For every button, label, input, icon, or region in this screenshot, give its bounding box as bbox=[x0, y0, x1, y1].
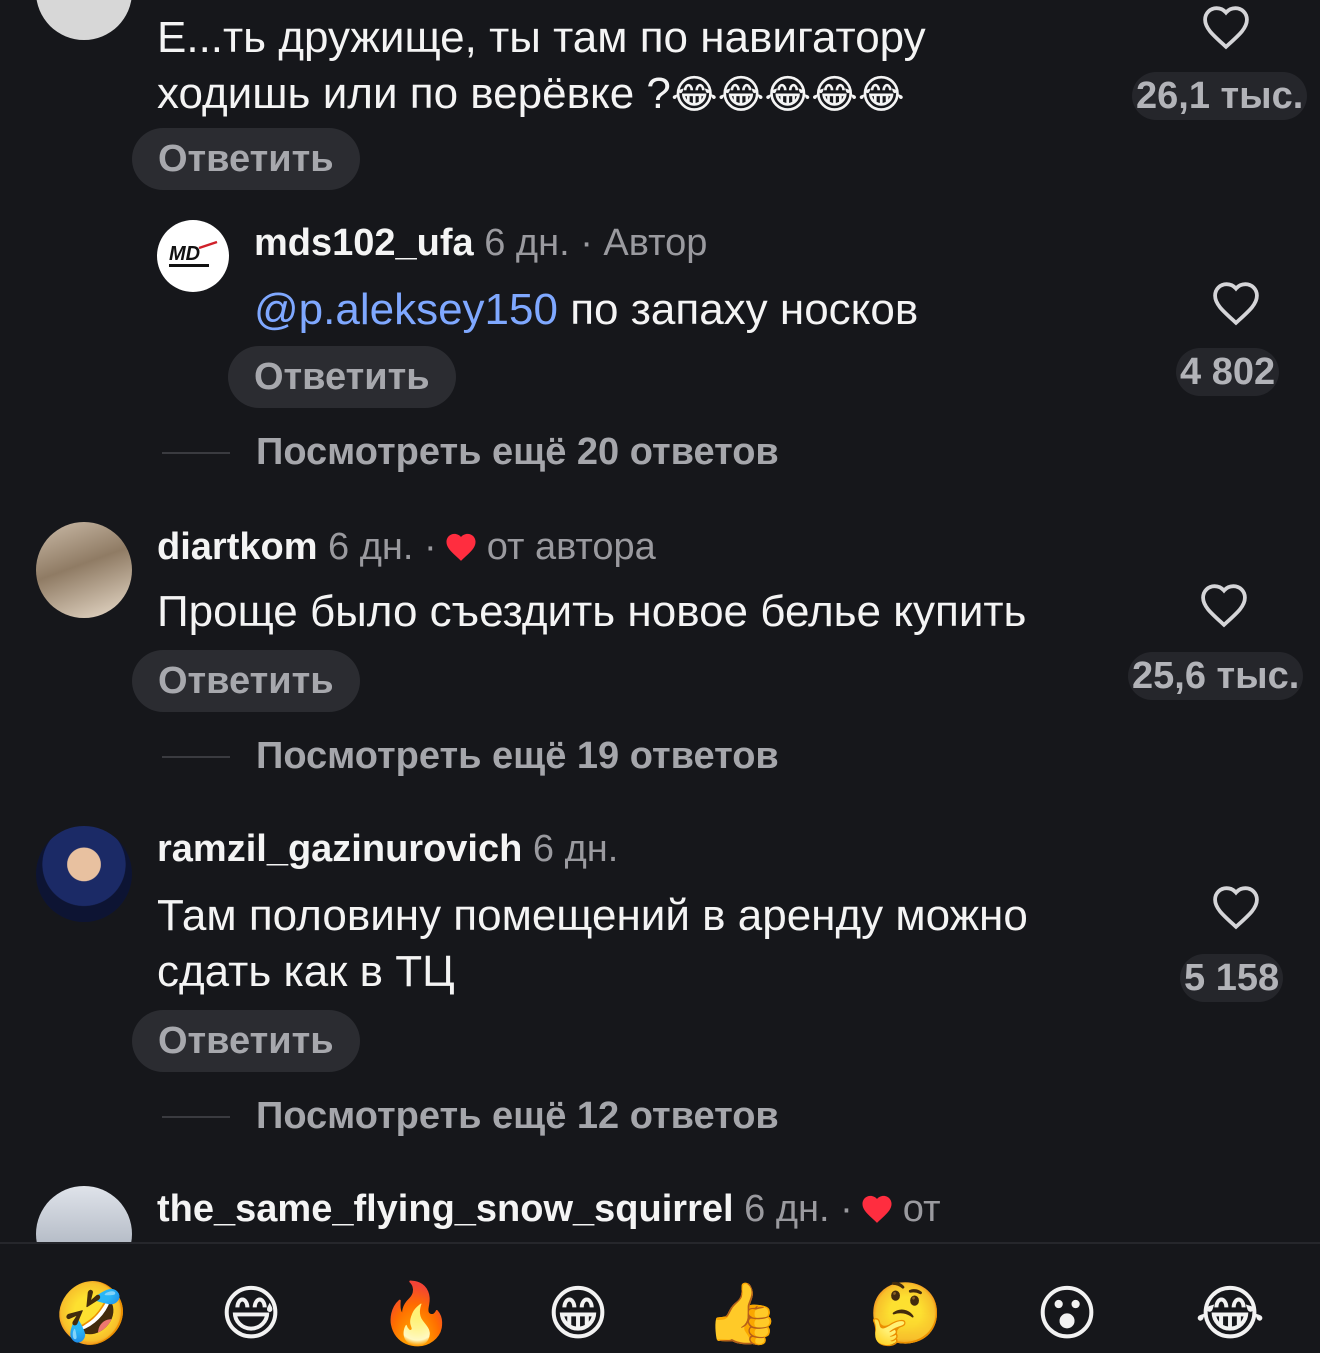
sweat-smile-emoji-icon[interactable]: 😅 bbox=[215, 1278, 287, 1350]
avatar[interactable]: MD bbox=[157, 220, 229, 292]
comment-text-line: ходишь или по верёвке ?😂😂😂😂😂 bbox=[157, 66, 905, 123]
divider bbox=[162, 452, 230, 454]
view-more-replies-link[interactable]: Посмотреть ещё 20 ответов bbox=[256, 428, 779, 476]
avatar[interactable] bbox=[36, 0, 132, 40]
rofl-emoji-icon[interactable]: 🤣 bbox=[54, 1278, 129, 1350]
author-liked-heart-icon bbox=[862, 1195, 892, 1223]
username[interactable]: diartkom bbox=[157, 526, 317, 568]
heart-icon[interactable] bbox=[1210, 280, 1262, 326]
like-count: 5 158 bbox=[1180, 954, 1284, 1002]
timestamp: 6 дн. bbox=[328, 526, 414, 568]
comment-text: ходишь или по верёвке ? bbox=[157, 69, 671, 118]
comment-header: ramzil_gazinurovich 6 дн. bbox=[157, 828, 618, 871]
comment-text: по запаху носков bbox=[570, 285, 919, 334]
emoji-reaction-bar: 🤣 😅 🔥 😁 👍 🤔 😮 😂 bbox=[0, 1242, 1320, 1353]
comment-header: mds102_ufa 6 дн. · Автор bbox=[254, 222, 707, 265]
heart-icon[interactable] bbox=[1200, 4, 1252, 50]
reply-button[interactable]: Ответить bbox=[132, 1010, 360, 1072]
grin-emoji-icon[interactable]: 😁 bbox=[542, 1278, 614, 1350]
timestamp: 6 дн. bbox=[744, 1188, 830, 1230]
comment-text-line: сдать как в ТЦ bbox=[157, 947, 455, 996]
like-count: 4 802 bbox=[1176, 348, 1280, 396]
separator: · bbox=[424, 526, 437, 568]
reply-button[interactable]: Ответить bbox=[132, 128, 360, 190]
separator: · bbox=[840, 1188, 853, 1230]
comment-text-line: @p.aleksey150 по запаху носков bbox=[254, 282, 918, 338]
avatar[interactable] bbox=[36, 826, 132, 922]
liked-by-author-label: от bbox=[902, 1188, 941, 1230]
mention-link[interactable]: @p.aleksey150 bbox=[254, 285, 558, 334]
thumbs-up-emoji-icon[interactable]: 👍 bbox=[705, 1278, 780, 1350]
like-count: 26,1 тыс. bbox=[1132, 72, 1308, 120]
view-more-replies-link[interactable]: Посмотреть ещё 12 ответов bbox=[256, 1092, 779, 1140]
comment-header: diartkom 6 дн. · от автора bbox=[157, 526, 656, 569]
reply-button[interactable]: Ответить bbox=[132, 650, 360, 712]
heart-icon[interactable] bbox=[1198, 582, 1250, 628]
comment-text: Проще было съездить новое белье купить bbox=[157, 587, 1027, 636]
joy-emoji-icon[interactable]: 😂 bbox=[1194, 1278, 1266, 1350]
md-studio-logo-icon: MD bbox=[169, 240, 218, 267]
timestamp: 6 дн. bbox=[484, 222, 570, 264]
liked-by-author-label: от автора bbox=[486, 526, 656, 568]
comment-text-line: Е...ть дружище, ты там по навигатору bbox=[157, 13, 926, 62]
heart-icon[interactable] bbox=[1210, 884, 1262, 930]
fire-emoji-icon[interactable]: 🔥 bbox=[379, 1278, 454, 1350]
comment-text-line: Там половину помещений в аренду можно bbox=[157, 891, 1028, 940]
laughing-emoji-icon: 😂😂😂😂😂 bbox=[670, 72, 905, 118]
svg-text:MD: MD bbox=[169, 243, 200, 265]
thinking-emoji-icon[interactable]: 🤔 bbox=[868, 1278, 943, 1350]
view-more-replies-link[interactable]: Посмотреть ещё 19 ответов bbox=[256, 732, 779, 780]
avatar[interactable] bbox=[36, 522, 132, 618]
username[interactable]: mds102_ufa bbox=[254, 222, 474, 264]
timestamp: 6 дн. bbox=[532, 828, 619, 870]
author-liked-heart-icon bbox=[446, 533, 476, 561]
comment-header: the_same_flying_snow_squirrel 6 дн. · от bbox=[157, 1188, 940, 1231]
author-badge: · Автор bbox=[580, 222, 708, 264]
username[interactable]: the_same_flying_snow_squirrel bbox=[157, 1188, 734, 1230]
surprised-emoji-icon[interactable]: 😮 bbox=[1031, 1278, 1103, 1350]
reply-button[interactable]: Ответить bbox=[228, 346, 456, 408]
username[interactable]: ramzil_gazinurovich bbox=[157, 828, 522, 870]
divider bbox=[162, 1116, 230, 1118]
divider bbox=[162, 756, 230, 758]
like-count: 25,6 тыс. bbox=[1128, 652, 1304, 700]
